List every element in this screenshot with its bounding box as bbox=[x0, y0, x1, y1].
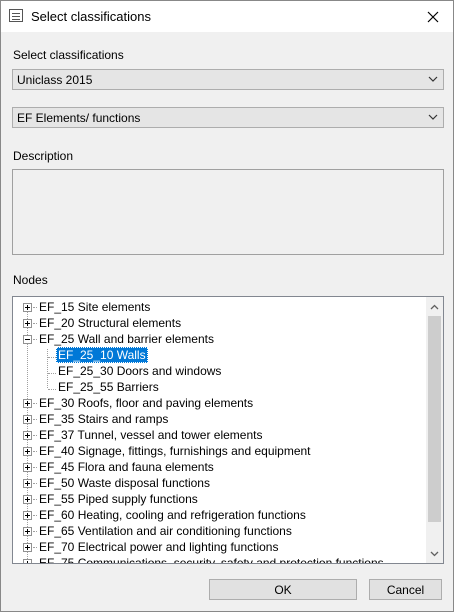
scroll-thumb[interactable] bbox=[428, 316, 441, 522]
tree-node[interactable]: EF_30 Roofs, floor and paving elements bbox=[13, 395, 425, 411]
expand-icon[interactable] bbox=[23, 431, 32, 440]
tree-node-label: EF_75 Communications, security, safety a… bbox=[39, 556, 384, 564]
tree-node-label: EF_25 Wall and barrier elements bbox=[39, 332, 214, 346]
tree-node-label: EF_25_10 Walls bbox=[56, 347, 148, 363]
expand-icon[interactable] bbox=[23, 463, 32, 472]
select-classifications-dialog: Select classifications Select classifica… bbox=[0, 0, 454, 612]
tree-node-label: EF_60 Heating, cooling and refrigeration… bbox=[39, 508, 306, 522]
tree-node[interactable]: EF_35 Stairs and ramps bbox=[13, 411, 425, 427]
cancel-button[interactable]: Cancel bbox=[369, 579, 442, 600]
chevron-down-icon bbox=[428, 114, 438, 120]
tree-node-label: EF_25_55 Barriers bbox=[58, 380, 159, 394]
tree-child-node[interactable]: EF_25_55 Barriers bbox=[13, 379, 425, 395]
tree-node-label: EF_70 Electrical power and lighting func… bbox=[39, 540, 279, 554]
tree-child-node[interactable]: EF_25_30 Doors and windows bbox=[13, 363, 425, 379]
title-bar: Select classifications bbox=[1, 1, 453, 32]
tree-node-label: EF_45 Flora and fauna elements bbox=[39, 460, 214, 474]
classification-table-select[interactable]: EF Elements/ functions bbox=[12, 107, 444, 128]
tree-node[interactable]: EF_70 Electrical power and lighting func… bbox=[13, 539, 425, 555]
expand-icon[interactable] bbox=[23, 447, 32, 456]
scroll-up-button[interactable] bbox=[426, 298, 443, 315]
tree-node[interactable]: EF_37 Tunnel, vessel and tower elements bbox=[13, 427, 425, 443]
tree-node[interactable]: EF_25 Wall and barrier elements bbox=[13, 331, 425, 347]
expand-icon[interactable] bbox=[23, 543, 32, 552]
tree-node[interactable]: EF_60 Heating, cooling and refrigeration… bbox=[13, 507, 425, 523]
description-label: Description bbox=[13, 149, 74, 163]
tree-scrollbar[interactable] bbox=[426, 297, 443, 563]
tree-node-label: EF_55 Piped supply functions bbox=[39, 492, 198, 506]
expand-icon[interactable] bbox=[23, 399, 32, 408]
description-field[interactable] bbox=[12, 169, 444, 255]
nodes-tree[interactable]: EF_15 Site elements EF_20 Structural elem… bbox=[12, 296, 444, 564]
tree-node[interactable]: EF_65 Ventilation and air conditioning f… bbox=[13, 523, 425, 539]
expand-icon[interactable] bbox=[23, 415, 32, 424]
classification-table-value: EF Elements/ functions bbox=[17, 110, 141, 125]
tree-node[interactable]: EF_50 Waste disposal functions bbox=[13, 475, 425, 491]
tree-node[interactable]: EF_20 Structural elements bbox=[13, 315, 425, 331]
close-button[interactable] bbox=[413, 1, 453, 32]
classification-system-value: Uniclass 2015 bbox=[17, 72, 93, 87]
tree-node-label: EF_25_30 Doors and windows bbox=[58, 364, 222, 378]
classification-system-select[interactable]: Uniclass 2015 bbox=[12, 69, 444, 90]
tree-node[interactable]: EF_15 Site elements bbox=[13, 299, 425, 315]
tree-connector bbox=[33, 563, 37, 564]
tree-node-label: EF_35 Stairs and ramps bbox=[39, 412, 169, 426]
tree-node[interactable]: EF_55 Piped supply functions bbox=[13, 491, 425, 507]
tree-node[interactable]: EF_45 Flora and fauna elements bbox=[13, 459, 425, 475]
expand-icon[interactable] bbox=[23, 559, 32, 563]
expand-icon[interactable] bbox=[23, 527, 32, 536]
tree-node-label: EF_15 Site elements bbox=[39, 300, 151, 314]
nodes-tree-rows: EF_15 Site elements EF_20 Structural elem… bbox=[13, 299, 425, 564]
expand-icon[interactable] bbox=[23, 319, 32, 328]
tree-child-node[interactable]: EF_25_10 Walls bbox=[13, 347, 425, 363]
tree-node-label: EF_50 Waste disposal functions bbox=[39, 476, 210, 490]
close-icon bbox=[427, 11, 439, 22]
expand-icon[interactable] bbox=[23, 303, 32, 312]
tree-node[interactable]: EF_75 Communications, security, safety a… bbox=[13, 555, 425, 564]
nodes-label: Nodes bbox=[13, 273, 48, 287]
chevron-up-icon bbox=[430, 304, 439, 309]
expand-icon[interactable] bbox=[23, 479, 32, 488]
app-icon bbox=[9, 9, 23, 22]
tree-node-label: EF_40 Signage, fittings, furnishings and… bbox=[39, 444, 311, 458]
tree-node-label: EF_37 Tunnel, vessel and tower elements bbox=[39, 428, 263, 442]
expand-icon[interactable] bbox=[23, 511, 32, 520]
select-classifications-label: Select classifications bbox=[13, 48, 124, 62]
tree-node-label: EF_20 Structural elements bbox=[39, 316, 182, 330]
ok-button[interactable]: OK bbox=[209, 579, 357, 600]
collapse-icon[interactable] bbox=[23, 335, 32, 344]
chevron-down-icon bbox=[430, 551, 439, 556]
chevron-down-icon bbox=[428, 76, 438, 82]
scroll-down-button[interactable] bbox=[426, 545, 443, 562]
tree-node-label: EF_65 Ventilation and air conditioning f… bbox=[39, 524, 292, 538]
dialog-title: Select classifications bbox=[31, 9, 151, 24]
tree-node[interactable]: EF_40 Signage, fittings, furnishings and… bbox=[13, 443, 425, 459]
tree-node-label: EF_30 Roofs, floor and paving elements bbox=[39, 396, 254, 410]
expand-icon[interactable] bbox=[23, 495, 32, 504]
